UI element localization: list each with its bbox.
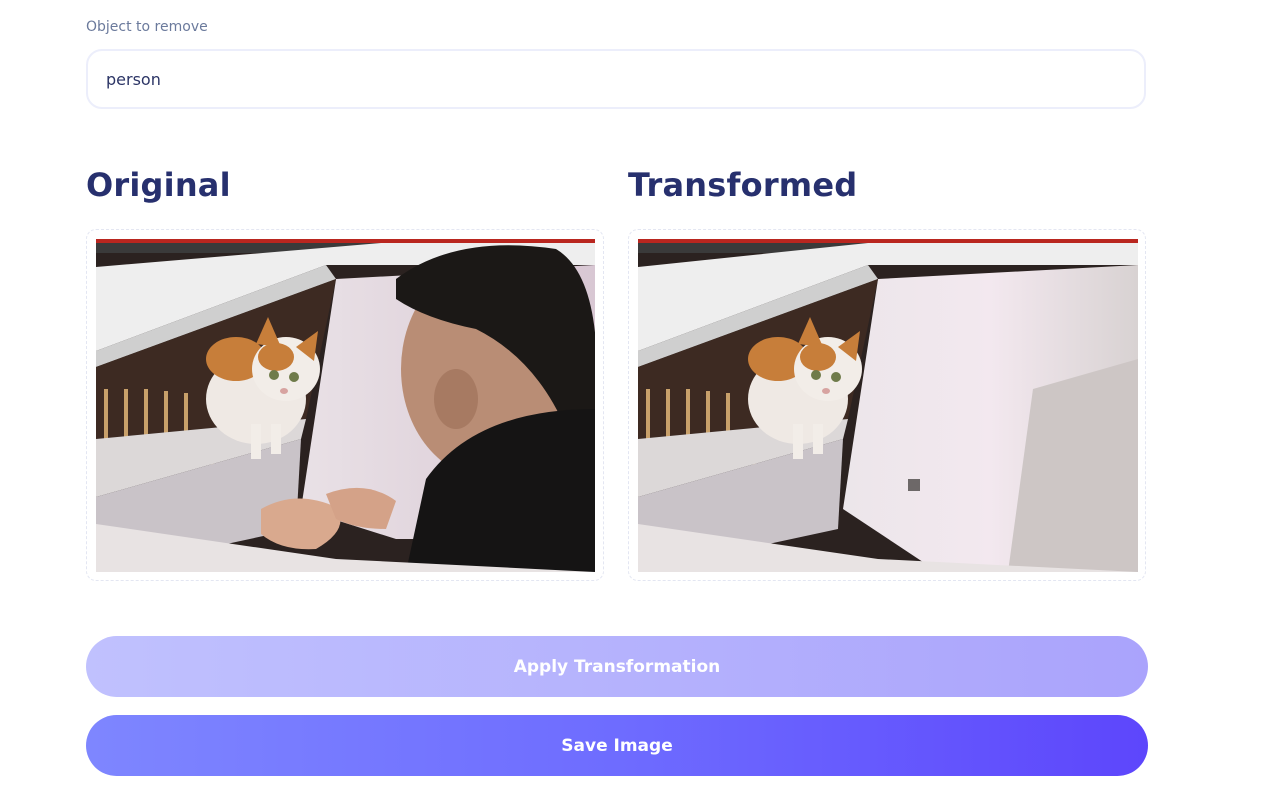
original-heading: Original	[86, 166, 231, 204]
original-image-frame	[86, 229, 604, 581]
object-to-remove-input[interactable]	[86, 49, 1146, 109]
transformed-image-frame	[628, 229, 1146, 581]
object-to-remove-label: Object to remove	[86, 19, 208, 35]
save-image-button[interactable]: Save Image	[86, 715, 1148, 776]
transformed-heading: Transformed	[628, 166, 858, 204]
original-image	[96, 239, 595, 572]
apply-transformation-button[interactable]: Apply Transformation	[86, 636, 1148, 697]
transformed-image	[638, 239, 1138, 572]
image-transform-page: Object to remove Original Transformed	[0, 0, 1275, 798]
